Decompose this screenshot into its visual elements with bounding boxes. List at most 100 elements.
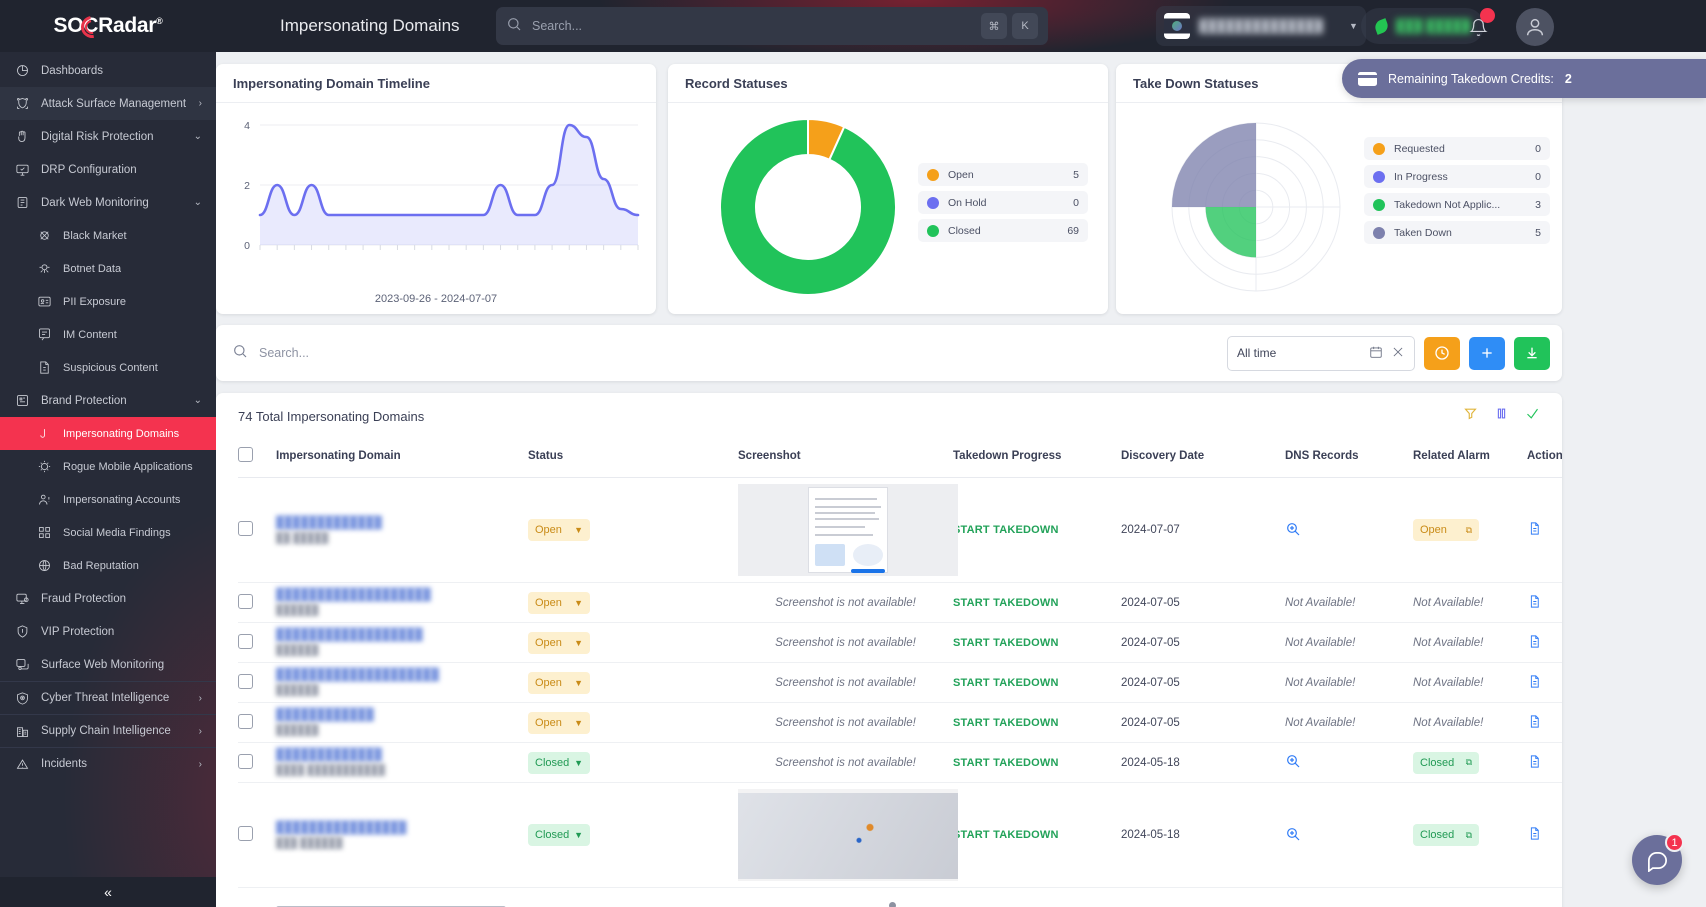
screenshot-thumbnail[interactable] <box>738 789 958 881</box>
legend-item[interactable]: On Hold 0 <box>918 191 1088 214</box>
domain-cell[interactable]: █████████████ ██ █████ <box>276 477 528 583</box>
organization-selector[interactable]: ██████████████ ▼ <box>1156 6 1366 46</box>
row-checkbox[interactable] <box>238 593 253 609</box>
table-row[interactable]: ████████████████ ███ ██████ Closed ▼ START T… <box>238 782 1562 888</box>
report-icon[interactable] <box>1527 674 1542 692</box>
report-icon[interactable] <box>1527 634 1542 652</box>
domain-name[interactable]: ████████████ <box>276 709 528 721</box>
sidebar-item-digital-risk-protection[interactable]: Digital Risk Protection ⌄ <box>0 120 216 153</box>
legend-item[interactable]: Takedown Not Applic... 3 <box>1364 193 1550 216</box>
sidebar-item-im-content[interactable]: IM Content <box>0 318 216 351</box>
table-row[interactable]: ████████████ ██████ Open ▼ Screenshot is not… <box>238 702 1562 743</box>
row-checkbox[interactable] <box>238 633 253 649</box>
start-takedown-link[interactable]: START TAKEDOWN <box>953 829 1059 841</box>
column-header-screenshot[interactable]: Screenshot <box>738 439 953 478</box>
domain-cell[interactable]: █████████████ ████ ███████████ <box>276 742 528 783</box>
row-checkbox[interactable] <box>238 753 253 769</box>
report-icon[interactable] <box>1527 754 1542 772</box>
sidebar-collapse-button[interactable]: « <box>0 877 216 907</box>
domain-name[interactable]: ████████████████████ <box>276 669 528 681</box>
report-icon[interactable] <box>1527 594 1542 612</box>
domain-cell[interactable]: ████████████████████ ██████ <box>276 662 528 703</box>
user-avatar[interactable] <box>1516 8 1554 46</box>
table-search-input[interactable] <box>259 346 1227 360</box>
legend-item[interactable]: Taken Down 5 <box>1364 221 1550 244</box>
row-checkbox[interactable] <box>238 826 253 841</box>
sidebar-item-supply-chain-intelligence[interactable]: Supply Chain Intelligence › <box>0 714 216 747</box>
screenshot-cell[interactable]: Screenshot is not available! <box>738 742 953 783</box>
sidebar-item-impersonating-accounts[interactable]: Impersonating Accounts <box>0 483 216 516</box>
row-checkbox[interactable] <box>238 673 253 689</box>
table-row[interactable]: ███████████████████ ██████ Open ▼ Screenshot… <box>238 582 1562 623</box>
start-takedown-link[interactable]: START TAKEDOWN <box>953 637 1059 649</box>
pause-icon[interactable] <box>1494 406 1509 426</box>
add-button[interactable] <box>1469 336 1505 370</box>
status-dropdown[interactable]: Open ▼ <box>528 591 590 614</box>
app-logo[interactable]: SOCRadar® <box>0 0 216 52</box>
row-checkbox[interactable] <box>238 521 253 536</box>
calendar-icon[interactable] <box>1369 345 1383 362</box>
legend-item[interactable]: In Progress 0 <box>1364 165 1550 188</box>
history-button[interactable] <box>1424 336 1460 370</box>
screenshot-cell[interactable] <box>738 782 958 888</box>
sidebar-item-surface-web-monitoring[interactable]: Surface Web Monitoring <box>0 648 216 681</box>
table-row[interactable]: █████████████ ████ ███████████ Closed ▼ Scre… <box>238 742 1562 783</box>
table-row[interactable]: ████████████████████ ██████ Open ▼ Screensho… <box>238 662 1562 703</box>
check-icon[interactable] <box>1525 406 1540 426</box>
screenshot-cell[interactable]: Screenshot is not available! <box>738 582 953 623</box>
domain-cell[interactable]: ████████████ ██████ <box>276 702 528 743</box>
status-dropdown[interactable]: Open ▼ <box>528 631 590 654</box>
domain-name[interactable]: ██████████████████ <box>276 629 528 641</box>
sidebar-item-brand-protection[interactable]: Brand Protection ⌄ <box>0 384 216 417</box>
sidebar-item-social-media-findings[interactable]: Social Media Findings <box>0 516 216 549</box>
sidebar-item-drp-configuration[interactable]: DRP Configuration <box>0 153 216 186</box>
report-icon[interactable] <box>1527 714 1542 732</box>
sidebar-item-vip-protection[interactable]: VIP Protection <box>0 615 216 648</box>
dns-search-icon[interactable] <box>1285 522 1301 540</box>
status-dropdown[interactable]: Open ▼ <box>528 519 590 541</box>
report-icon[interactable] <box>1527 827 1542 844</box>
domain-name[interactable]: ███████████████████ <box>276 589 528 601</box>
row-checkbox[interactable] <box>238 713 253 729</box>
table-row[interactable]: █████████████ ██ █████ Open ▼ START TAKEDOWN… <box>238 477 1562 583</box>
sidebar-item-rogue-mobile-applications[interactable]: Rogue Mobile Applications <box>0 450 216 483</box>
sidebar-item-dashboards[interactable]: Dashboards <box>0 54 216 87</box>
domain-cell[interactable]: ██████████████████ ██████ <box>276 622 528 663</box>
column-header-dns-records[interactable]: DNS Records <box>1285 439 1413 478</box>
start-takedown-link[interactable]: START TAKEDOWN <box>953 757 1059 769</box>
sidebar-item-incidents[interactable]: Incidents › <box>0 747 216 780</box>
status-dropdown[interactable]: Closed ▼ <box>528 751 590 774</box>
download-button[interactable] <box>1514 336 1550 370</box>
dns-search-icon[interactable] <box>1285 755 1301 772</box>
status-dropdown[interactable]: Closed ▼ <box>528 824 590 846</box>
sidebar-item-botnet-data[interactable]: Botnet Data <box>0 252 216 285</box>
screenshot-cell[interactable]: Screenshot is not available! <box>738 702 953 743</box>
start-takedown-link[interactable]: START TAKEDOWN <box>953 717 1059 729</box>
column-header-impersonating-domain[interactable]: Impersonating Domain <box>276 439 528 478</box>
start-takedown-link[interactable]: START TAKEDOWN <box>953 677 1059 689</box>
legend-item[interactable]: Open 5 <box>918 163 1088 186</box>
date-range-picker[interactable]: All time <box>1227 335 1415 371</box>
status-dropdown[interactable]: Open ▼ <box>528 711 590 734</box>
column-header-takedown-progress[interactable]: Takedown Progress <box>953 439 1121 478</box>
table-row[interactable]: ██████████████████ ██████ Open ▼ Screenshot … <box>238 622 1562 663</box>
sidebar-item-attack-surface-management[interactable]: Attack Surface Management › <box>0 87 216 120</box>
domain-cell[interactable]: ███████████████████ ██████ <box>276 582 528 623</box>
related-alarm-badge[interactable]: Closed ⧉ <box>1413 751 1479 774</box>
column-header-status[interactable]: Status <box>528 439 738 478</box>
column-header-discovery-date[interactable]: Discovery Date <box>1121 439 1285 478</box>
start-takedown-link[interactable]: START TAKEDOWN <box>953 597 1059 609</box>
related-alarm-badge[interactable]: Open ⧉ <box>1413 519 1479 541</box>
screenshot-cell[interactable]: Screenshot is not available! <box>738 662 953 703</box>
screenshot-thumbnail[interactable] <box>738 484 958 576</box>
global-search-box[interactable]: ⌘ K <box>496 7 1048 45</box>
domain-cell[interactable]: ████████████████ ███ ██████ <box>276 782 528 888</box>
dns-search-icon[interactable] <box>1285 827 1301 845</box>
status-dropdown[interactable]: Open ▼ <box>528 671 590 694</box>
sidebar-item-suspicious-content[interactable]: Suspicious Content <box>0 351 216 384</box>
sidebar-item-cyber-threat-intelligence[interactable]: Cyber Threat Intelligence › <box>0 681 216 714</box>
close-icon[interactable] <box>1391 345 1405 362</box>
legend-item[interactable]: Requested 0 <box>1364 137 1550 160</box>
sidebar-item-pii-exposure[interactable]: PII Exposure <box>0 285 216 318</box>
screenshot-cell[interactable] <box>738 477 958 583</box>
